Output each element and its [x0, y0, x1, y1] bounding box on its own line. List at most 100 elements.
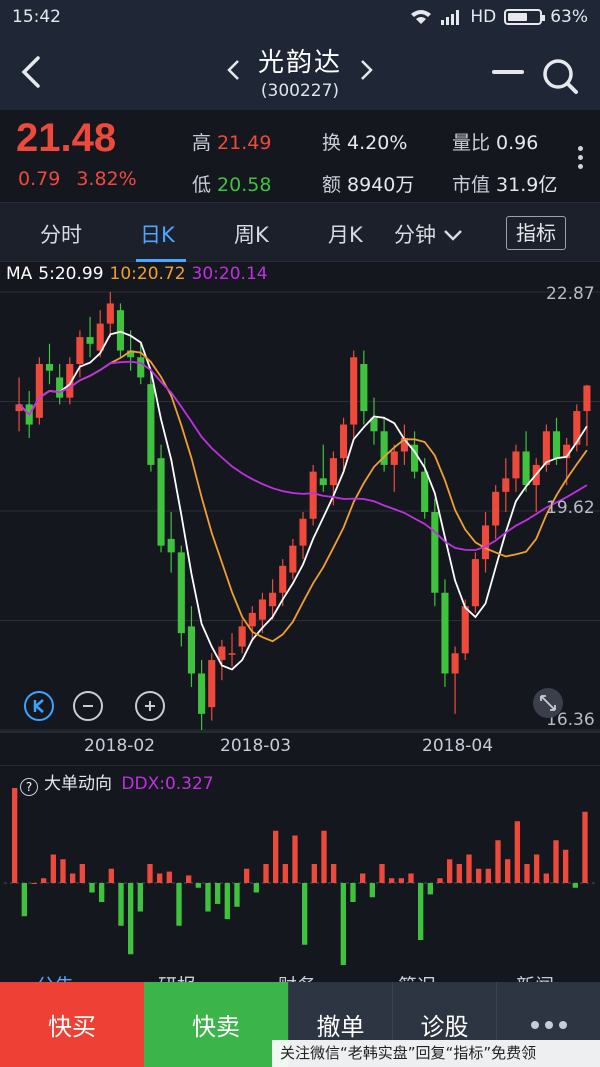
quick-buy-button[interactable]: 快买: [0, 982, 144, 1067]
ddx-bar: [157, 873, 163, 883]
plus-icon: [145, 701, 155, 711]
ddx-bar: [360, 873, 366, 883]
candle-body: [421, 471, 429, 513]
ddx-bar: [50, 854, 56, 883]
ma-legend: MA 5:20.99 10:20.72 30:20.14: [6, 264, 274, 284]
candle-body: [106, 303, 114, 324]
high-stat: 高 21.49: [192, 128, 271, 155]
ma5-value: 5:20.99: [38, 264, 104, 284]
tab-intraday[interactable]: 分时: [40, 219, 82, 249]
candle-body: [289, 545, 297, 573]
low-label: 低: [192, 174, 212, 196]
ddx-bar: [137, 883, 143, 912]
x-tick-mar: 2018-03: [220, 736, 292, 756]
indicator-button[interactable]: 指标: [506, 216, 566, 250]
candle-body: [502, 478, 510, 492]
candle-body: [187, 626, 196, 674]
fullscreen-button[interactable]: [533, 688, 563, 718]
remove-watchlist-button[interactable]: [492, 70, 524, 74]
candle-body: [329, 458, 337, 486]
candle-body: [238, 626, 246, 647]
next-stock-icon[interactable]: [356, 58, 376, 82]
last-price: 21.48: [16, 116, 117, 160]
ddx-bar: [476, 868, 482, 883]
candle-body: [390, 451, 398, 465]
candle-body: [228, 653, 236, 655]
candle-body: [35, 363, 43, 418]
ddx-bar: [553, 840, 559, 883]
ddx-bar: [321, 830, 327, 883]
candle-body: [522, 451, 530, 486]
candle-body: [542, 431, 550, 465]
candle-body: [258, 599, 266, 620]
x-tick-apr: 2018-04: [422, 736, 494, 756]
ddx-chart[interactable]: ? 大单动向 DDX:0.327: [0, 764, 600, 974]
ddx-bar: [176, 883, 182, 926]
ddx-bar: [215, 883, 221, 904]
candle-body: [340, 424, 348, 459]
candle-body: [198, 673, 206, 714]
ddx-bar: [195, 883, 201, 888]
ddx-bar: [108, 868, 114, 883]
change-amount: 0.79: [18, 168, 61, 190]
ddx-bar: [273, 830, 279, 883]
high-label: 高: [192, 132, 212, 154]
turnover-label: 换: [322, 132, 342, 154]
ddx-bar: [582, 811, 588, 883]
candle-body: [56, 377, 64, 398]
tab-daily-k[interactable]: 日K: [140, 219, 175, 249]
candle-body: [208, 660, 216, 708]
zoom-in-button[interactable]: [135, 691, 165, 721]
ddx-bar: [166, 871, 172, 883]
tab-weekly-k[interactable]: 周K: [234, 219, 269, 249]
ddx-legend: ? 大单动向 DDX:0.327: [20, 769, 214, 796]
ddx-bar: [186, 875, 192, 883]
ddx-bar: [31, 883, 37, 884]
tab-minute[interactable]: 分钟: [394, 219, 464, 249]
search-icon[interactable]: [540, 56, 580, 96]
quote-summary: 21.48 0.79 3.82% 高 21.49 低 20.58 换 4.20% 额 89…: [0, 110, 600, 202]
quick-sell-button[interactable]: 快卖: [144, 982, 288, 1067]
tab-monthly-k[interactable]: 月K: [328, 219, 363, 249]
help-icon[interactable]: ?: [20, 778, 38, 796]
network-type: HD: [470, 7, 497, 27]
kline-chart[interactable]: MA 5:20.99 10:20.72 30:20.14 22.87 19.62 16…: [0, 262, 600, 765]
candle-body: [481, 525, 490, 560]
ddx-bar: [350, 883, 356, 902]
ddx-bar: [447, 859, 453, 883]
ddx-bar: [331, 864, 337, 883]
price-change: 0.79 3.82%: [18, 168, 153, 190]
candle-body: [86, 337, 94, 344]
expand-icon: [540, 695, 556, 711]
candle-body: [248, 612, 256, 627]
ddx-bar: [427, 883, 433, 895]
ddx-bar: [302, 883, 308, 945]
mktcap-stat: 市值 31.9亿: [452, 170, 557, 197]
ma30-value: 30:20.14: [191, 264, 268, 284]
ddx-bar: [205, 883, 211, 912]
candle-body: [441, 592, 449, 674]
ddx-bar: [282, 864, 288, 883]
ma10-line: [18, 350, 588, 643]
ddx-bar: [89, 883, 95, 893]
ddx-bar: [514, 821, 520, 883]
zoom-out-button[interactable]: [73, 691, 103, 721]
change-percent: 3.82%: [76, 168, 137, 190]
kline-type-button[interactable]: [24, 691, 54, 721]
candle-body: [137, 357, 145, 378]
y-tick-top: 22.87: [546, 284, 595, 304]
back-arrow-icon[interactable]: [14, 54, 50, 90]
ddx-bar: [340, 883, 346, 974]
volratio-stat: 量比 0.96: [452, 128, 538, 155]
more-vertical-icon[interactable]: [578, 146, 584, 172]
candle-body: [350, 357, 358, 425]
ddx-bar: [41, 878, 47, 883]
candle-body: [451, 653, 459, 674]
ma5-line: [18, 330, 588, 671]
battery-icon: [504, 9, 546, 25]
ddx-bar: [485, 868, 491, 883]
ddx-bar: [234, 883, 240, 907]
candle-body: [309, 471, 317, 519]
candle-body: [218, 646, 226, 661]
candle-body: [76, 337, 84, 364]
